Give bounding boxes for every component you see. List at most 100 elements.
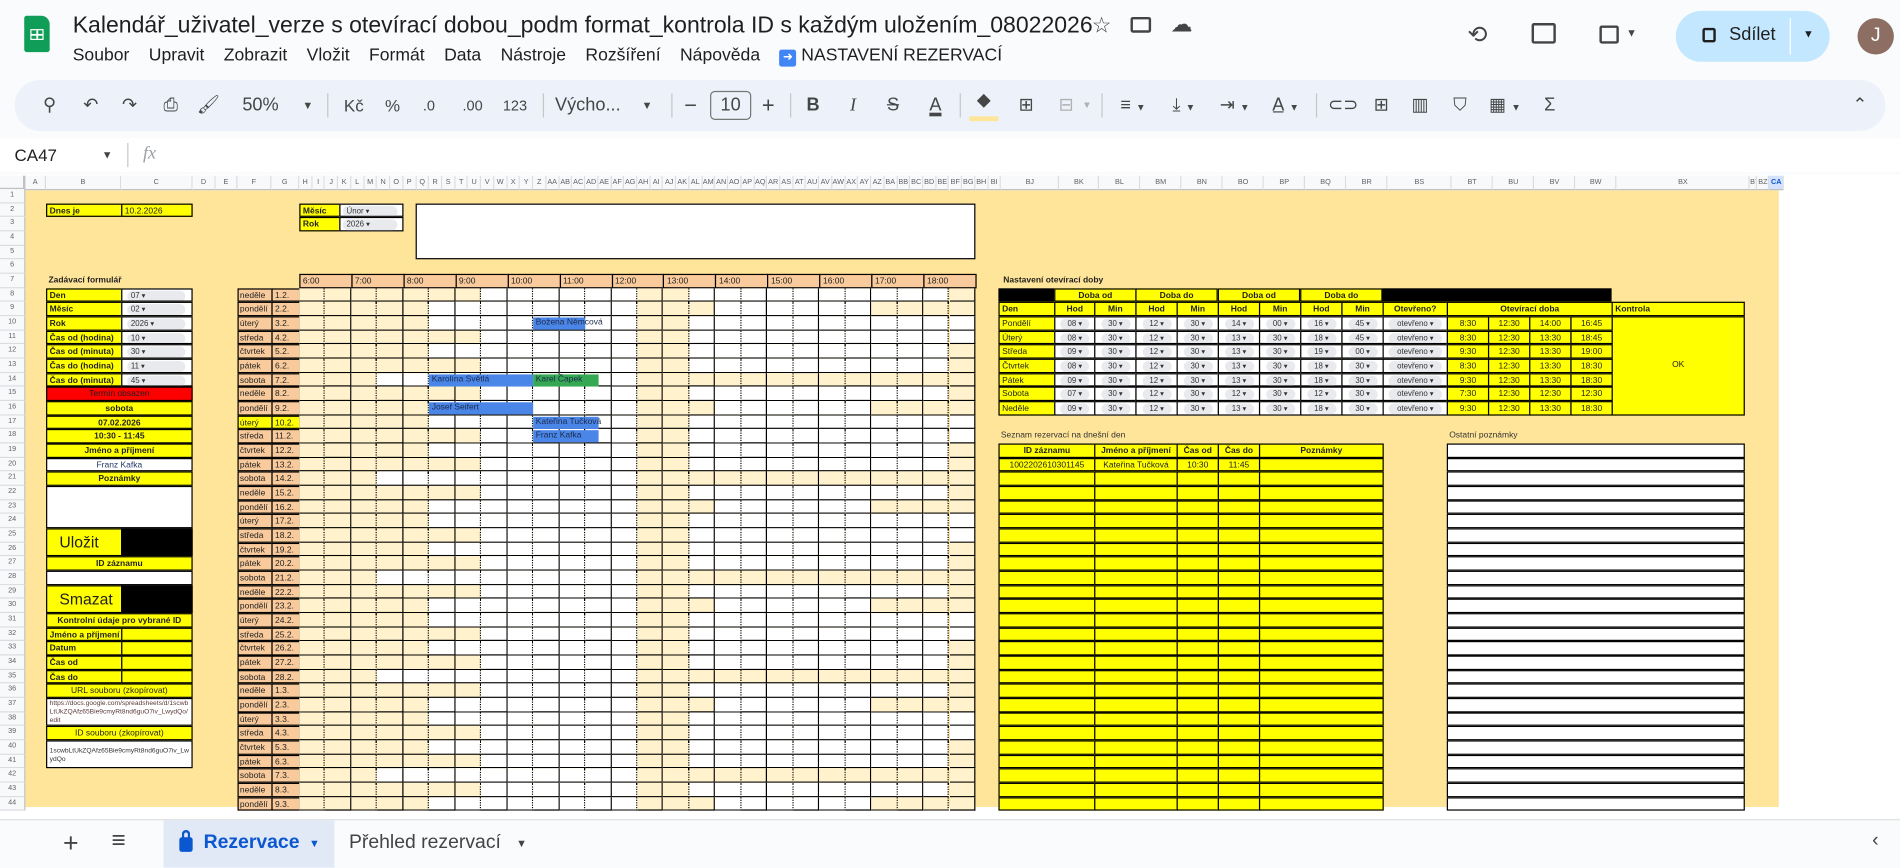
calendar-slot[interactable] (689, 288, 716, 303)
calendar-slot[interactable] (793, 754, 820, 769)
today-list-cell[interactable] (998, 542, 1096, 557)
today-list-cell[interactable] (998, 641, 1096, 656)
record-id-input[interactable] (46, 570, 193, 585)
calendar-slot[interactable] (689, 712, 716, 727)
menu-file[interactable]: Soubor (73, 46, 130, 67)
calendar-slot[interactable] (871, 316, 898, 331)
calendar-slot[interactable] (715, 698, 742, 713)
calendar-slot[interactable] (533, 457, 560, 472)
column-header-bl[interactable]: BL (1099, 175, 1141, 191)
time-select[interactable]: 30 (1341, 372, 1384, 387)
calendar-slot[interactable] (429, 782, 456, 798)
today-list-cell[interactable] (1176, 797, 1219, 812)
calendar-slot[interactable] (897, 443, 924, 458)
calendar-slot[interactable] (871, 542, 898, 557)
today-list-cell[interactable] (1258, 599, 1384, 614)
time-select[interactable]: 08 (1054, 316, 1096, 331)
menu-insert[interactable]: Vložit (307, 46, 350, 67)
calendar-slot[interactable] (507, 599, 534, 614)
calendar-slot[interactable] (949, 726, 976, 741)
calendar-slot[interactable] (429, 627, 456, 642)
column-header-q[interactable]: Q (416, 175, 430, 191)
calendar-slot[interactable] (637, 740, 664, 755)
calendar-slot[interactable] (611, 683, 638, 699)
calendar-slot[interactable] (585, 726, 612, 741)
calendar-slot[interactable] (559, 683, 586, 699)
calendar-slot[interactable] (611, 740, 638, 755)
calendar-slot[interactable] (481, 584, 508, 600)
row-header-30[interactable]: 30 (0, 599, 26, 614)
calendar-slot[interactable] (663, 712, 690, 727)
calendar-slot[interactable] (767, 768, 794, 783)
increase-decimal-button[interactable]: .00 (456, 80, 490, 131)
strikethrough-button[interactable]: S (882, 80, 904, 131)
calendar-slot[interactable] (455, 641, 482, 656)
open-status-select[interactable]: otevřeno (1382, 386, 1448, 402)
calendar-slot[interactable] (793, 330, 820, 345)
calendar-slot[interactable] (819, 599, 846, 614)
calendar-slot[interactable] (351, 669, 378, 684)
calendar-slot[interactable] (871, 500, 898, 515)
calendar-slot[interactable] (351, 471, 378, 486)
calendar-slot[interactable] (845, 372, 872, 387)
calendar-slot[interactable] (637, 344, 664, 359)
calendar-slot[interactable] (923, 768, 950, 783)
calendar-slot[interactable] (325, 641, 352, 656)
save-button[interactable]: Uložit (46, 528, 123, 557)
today-list-cell[interactable] (1217, 754, 1261, 769)
calendar-slot[interactable] (663, 372, 690, 387)
today-list-cell[interactable] (998, 768, 1096, 783)
calendar-slot[interactable] (533, 698, 560, 713)
calendar-slot[interactable] (897, 528, 924, 543)
functions-button[interactable]: Σ (1539, 80, 1561, 131)
calendar-slot[interactable] (559, 485, 586, 501)
calendar-slot[interactable] (871, 386, 898, 402)
column-header-l[interactable]: L (351, 175, 365, 191)
calendar-slot[interactable] (325, 712, 352, 727)
today-list-cell[interactable] (998, 683, 1096, 699)
today-list-cell[interactable] (1217, 768, 1261, 783)
calendar-slot[interactable] (767, 514, 794, 529)
tab-prehled-rezervaci[interactable]: Přehled rezervací ▼ (334, 820, 540, 867)
calendar-slot[interactable] (845, 415, 872, 430)
calendar-slot[interactable] (585, 556, 612, 571)
calendar-slot[interactable] (507, 698, 534, 713)
calendar-slot[interactable] (325, 556, 352, 571)
tab-menu-icon[interactable]: ▼ (516, 837, 527, 849)
calendar-slot[interactable] (403, 344, 430, 359)
calendar-slot[interactable] (637, 302, 664, 317)
time-select[interactable]: 12 (1217, 386, 1261, 402)
calendar-slot[interactable] (507, 655, 534, 670)
calendar-slot[interactable] (949, 627, 976, 642)
calendar-slot[interactable] (793, 768, 820, 783)
calendar-slot[interactable] (845, 740, 872, 755)
calendar-slot[interactable] (533, 726, 560, 741)
row-header-11[interactable]: 11 (0, 330, 26, 345)
calendar-slot[interactable] (793, 386, 820, 402)
column-header-am[interactable]: AM (702, 175, 716, 191)
calendar-slot[interactable] (481, 500, 508, 515)
calendar-slot[interactable] (767, 599, 794, 614)
today-list-cell[interactable] (1176, 485, 1219, 501)
calendar-slot[interactable] (845, 358, 872, 373)
calendar-slot[interactable] (663, 415, 690, 430)
calendar-slot[interactable] (481, 712, 508, 727)
column-header-ak[interactable]: AK (676, 175, 690, 191)
calendar-slot[interactable] (741, 386, 768, 402)
calendar-slot[interactable] (559, 457, 586, 472)
calendar-slot[interactable] (377, 726, 404, 741)
calendar-slot[interactable] (481, 613, 508, 628)
calendar-slot[interactable] (533, 302, 560, 317)
calendar-slot[interactable] (767, 316, 794, 331)
time-select[interactable]: 30 (1341, 386, 1384, 402)
calendar-slot[interactable] (403, 726, 430, 741)
calendar-slot[interactable] (897, 669, 924, 684)
calendar-slot[interactable] (325, 542, 352, 557)
calendar-slot[interactable] (299, 655, 326, 670)
calendar-slot[interactable] (325, 528, 352, 543)
calendar-slot[interactable] (819, 627, 846, 642)
row-header-14[interactable]: 14 (0, 372, 26, 387)
increase-font-size-button[interactable]: + (759, 80, 778, 131)
calendar-slot[interactable] (377, 471, 404, 486)
calendar-slot[interactable] (351, 316, 378, 331)
